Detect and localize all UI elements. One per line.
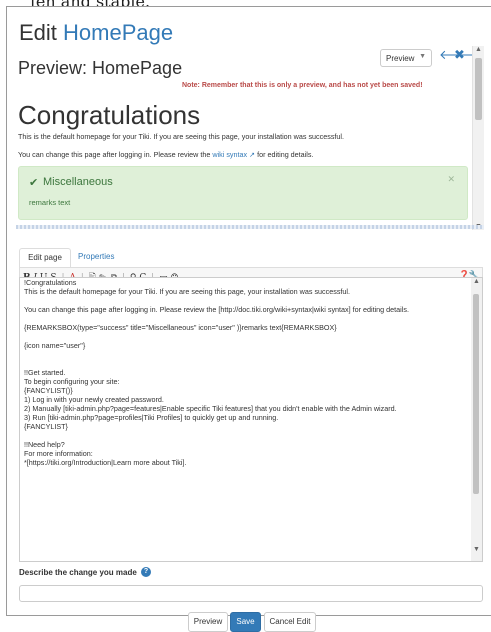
wiki-syntax-link[interactable]: wiki syntax ↗ — [212, 150, 255, 159]
chevron-down-icon: ▼ — [419, 53, 426, 60]
save-button[interactable]: Save — [230, 612, 261, 632]
preview-panel[interactable]: Preview: HomePage Preview ▼ 🡐 ✖ Note: Re… — [16, 46, 484, 230]
preview-paragraph-2-tail: for editing details. — [257, 150, 314, 159]
preview-paragraph-2-text: You can change this page after logging i… — [18, 150, 211, 159]
remarks-text: remarks text — [29, 198, 71, 207]
editor-line: {FANCYLIST} — [24, 422, 68, 431]
editor-line: *[https://tiki.org/Introduction|Learn mo… — [24, 458, 187, 467]
editor-line: For more information: — [24, 449, 93, 458]
preview-note: Note: Remember that this is only a previ… — [182, 82, 423, 89]
editor-line: 3) Run [tiki-admin.php?page=profiles|Tik… — [24, 413, 279, 422]
editor-line: 1) Log in with your newly created passwo… — [24, 395, 164, 404]
remarks-close-icon[interactable]: ✕ — [447, 174, 455, 185]
preview-mode-select[interactable]: Preview ▼ — [380, 49, 432, 67]
editor-scrollbar[interactable]: ▲ ▼ — [471, 278, 482, 561]
editor-line: {FANCYLIST()} — [24, 386, 73, 395]
tab-edit-page[interactable]: Edit page — [19, 248, 71, 268]
preview-mode-value: Preview — [386, 54, 415, 63]
editor-line: 2) Manually [tiki-admin.php?page=feature… — [24, 404, 397, 413]
scroll-down-icon[interactable]: ▼ — [471, 546, 482, 553]
edit-prefix: Edit — [19, 20, 57, 45]
preview-scroll-thumb[interactable] — [475, 58, 482, 120]
scroll-up-icon[interactable]: ▲ — [473, 46, 484, 53]
editor-content[interactable]: !Congratulations This is the default home… — [24, 278, 464, 467]
external-link-icon: ↗ — [249, 150, 256, 159]
preview-resize-handle[interactable] — [16, 225, 484, 229]
editor-line: To begin configuring your site: — [24, 377, 120, 386]
remarks-title: Miscellaneous — [43, 176, 113, 188]
check-icon: ✔ — [29, 177, 39, 189]
preview-paragraph-2: You can change this page after logging i… — [18, 150, 313, 159]
page-name: HomePage — [63, 20, 174, 45]
preview-title: Preview: HomePage — [18, 58, 183, 78]
editor-line: This is the default homepage for your Ti… — [24, 287, 351, 296]
edit-comment-input[interactable] — [19, 585, 483, 602]
editor-line: {REMARKSBOX(type="success" title="Miscel… — [24, 323, 337, 332]
close-icon[interactable]: ✖ — [454, 47, 465, 63]
editor-line: !Congratulations — [24, 278, 77, 287]
preview-scrollbar[interactable]: ▲ ▼ — [472, 46, 484, 230]
wiki-editor-textarea[interactable]: !Congratulations This is the default home… — [19, 277, 483, 562]
describe-change-label: Describe the change you made — [19, 568, 137, 577]
editor-scroll-thumb[interactable] — [473, 294, 479, 494]
editor-line: !!Need help? — [24, 440, 65, 449]
preview-paragraph-1: This is the default homepage for your Ti… — [18, 132, 345, 141]
editor-line: You can change this page after logging i… — [24, 305, 409, 314]
preview-button[interactable]: Preview — [188, 612, 228, 632]
scroll-up-icon[interactable]: ▲ — [471, 278, 482, 285]
tab-properties[interactable]: Properties — [78, 252, 114, 261]
cancel-edit-button[interactable]: Cancel Edit — [264, 612, 316, 632]
page-title: Edit HomePage — [19, 20, 173, 46]
remarks-box: ✔ Miscellaneous remarks text ✕ — [18, 166, 468, 220]
editor-line: !!Get started. — [24, 368, 66, 377]
preview-heading: Congratulations — [18, 100, 201, 130]
editor-line: {icon name="user"} — [24, 341, 86, 350]
help-icon[interactable]: ? — [141, 567, 151, 577]
